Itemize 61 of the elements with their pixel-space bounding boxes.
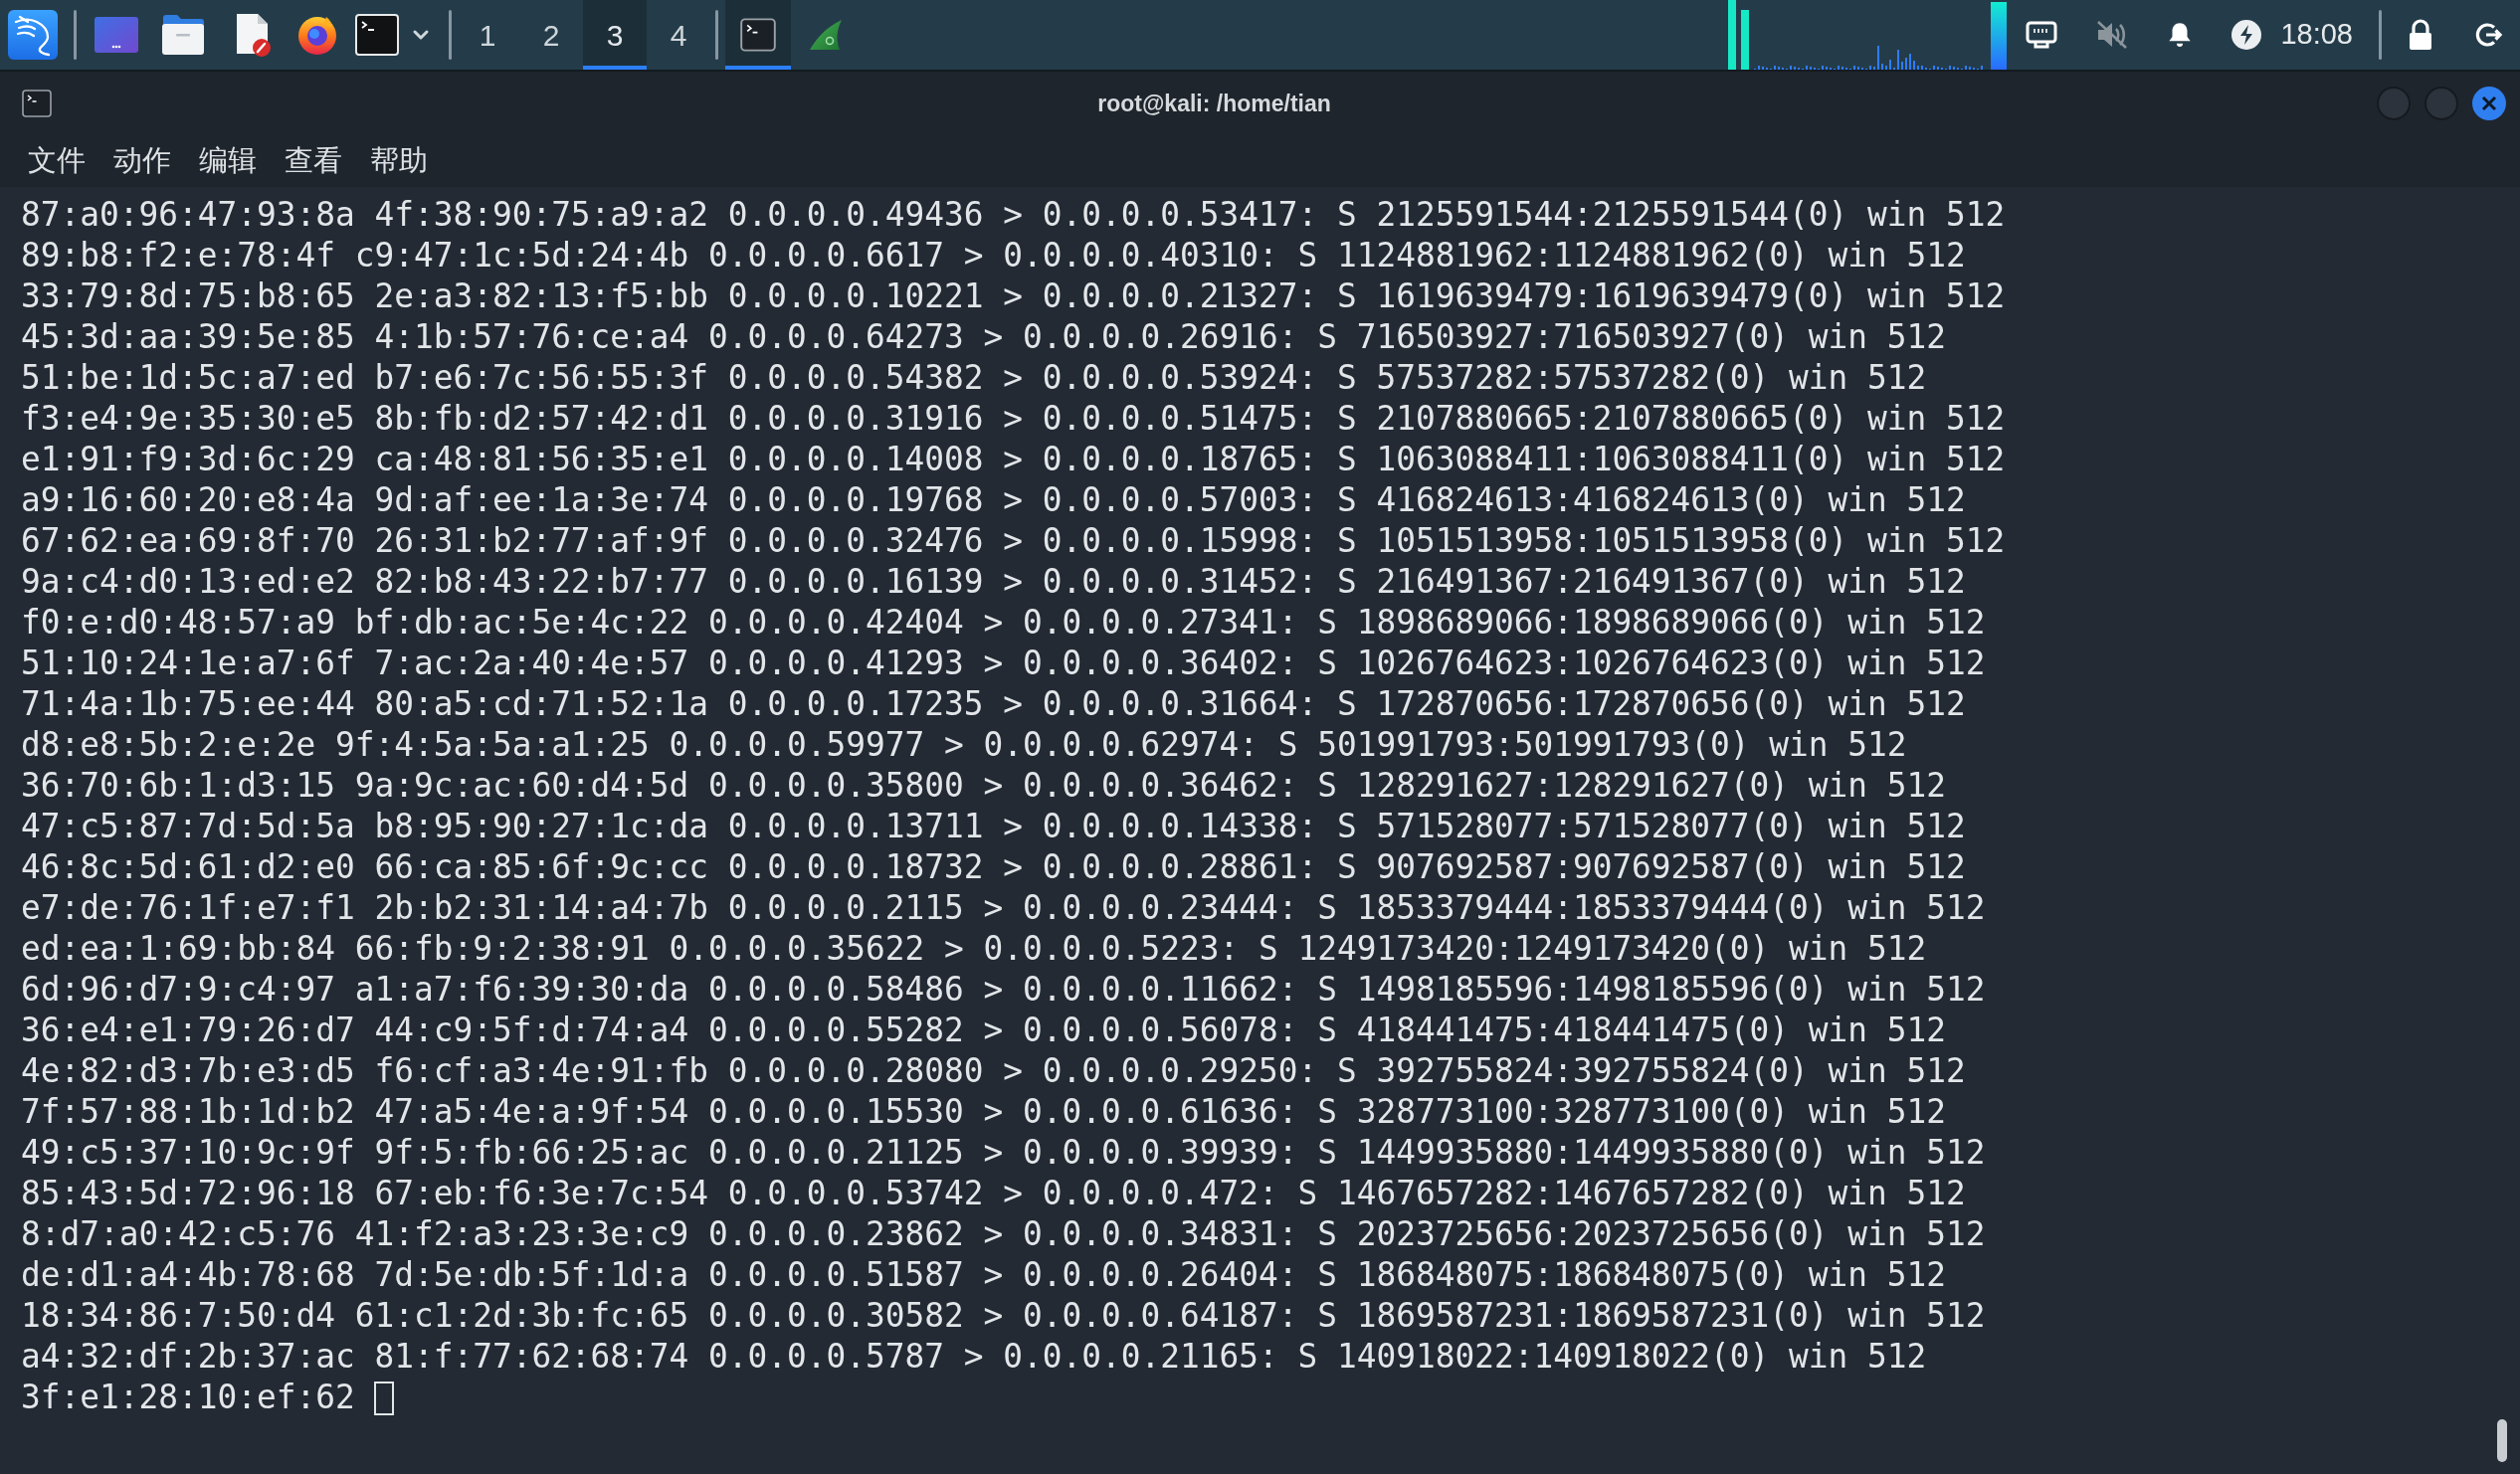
workspace-tab[interactable]: 3 bbox=[583, 0, 647, 70]
terminal-line: a4:32:df:2b:37:ac 81:f:77:62:68:74 0.0.0.0.5787 > 0.0.0.0.21165: S 140918022:140918022(0) win 512 bbox=[21, 1337, 1927, 1378]
terminal-line: f0:e:d0:48:57:a9 bf:db:ac:5e:4c:22 0.0.0.0.42404 > 0.0.0.0.27341: S 1898689066:1898689066(0) win 512 bbox=[21, 603, 1986, 644]
close-button[interactable] bbox=[2472, 87, 2506, 120]
shark-fin-icon bbox=[809, 20, 843, 50]
network-port-icon[interactable] bbox=[2026, 21, 2058, 49]
document-edit-icon[interactable] bbox=[234, 13, 272, 57]
terminal-line: 85:43:5d:72:96:18 67:eb:f6:3e:7c:54 0.0.0.0.53742 > 0.0.0.0.472: S 1467657282:1467657282(0) win 512 bbox=[21, 1174, 1966, 1214]
terminal-line: 46:8c:5d:61:d2:e0 66:ca:85:6f:9c:cc 0.0.0.0.18732 > 0.0.0.0.28861: S 907692587:907692587(0) win 512 bbox=[21, 847, 1966, 888]
workspace-tab[interactable]: 2 bbox=[519, 0, 583, 70]
text-cursor bbox=[374, 1381, 395, 1415]
menu-item[interactable]: 查看 bbox=[271, 139, 356, 183]
menu-item[interactable]: 帮助 bbox=[356, 139, 442, 183]
terminal-line: 18:34:86:7:50:d4 61:c1:2d:3b:fc:65 0.0.0.0.30582 > 0.0.0.0.64187: S 1869587231:1869587231(0) win 512 bbox=[21, 1296, 1986, 1337]
terminal-line: 9a:c4:d0:13:ed:e2 82:b8:43:22:b7:77 0.0.0.0.16139 > 0.0.0.0.31452: S 216491367:216491367(0) win 512 bbox=[21, 562, 1966, 603]
terminal-line: 67:62:ea:69:8f:70 26:31:b2:77:af:9f 0.0.0.0.32476 > 0.0.0.0.15998: S 1051513958:1051513958(0) win 512 bbox=[21, 521, 2006, 562]
window-title: root@kali: /home/tian bbox=[1097, 89, 1331, 118]
terminal-line: 36:e4:e1:79:26:d7 44:c9:5f:d:74:a4 0.0.0.0.55282 > 0.0.0.0.56078: S 418441475:418441475(0) win 512 bbox=[21, 1011, 1947, 1051]
workspace-tab[interactable]: 1 bbox=[456, 0, 519, 70]
terminal-line: 49:c5:37:10:9c:9f 9f:5:fb:66:25:ac 0.0.0.0.21125 > 0.0.0.0.39939: S 1449935880:1449935880(0) win 512 bbox=[21, 1133, 1986, 1174]
terminal-line: d8:e8:5b:2:e:2e 9f:4:5a:5a:a1:25 0.0.0.0.59977 > 0.0.0.0.62974: S 501991793:501991793(0) win 512 bbox=[21, 725, 1907, 766]
terminal-line: a9:16:60:20:e8:4a 9d:af:ee:1a:3e:74 0.0.0.0.19768 > 0.0.0.0.57003: S 416824613:416824613(0) win 512 bbox=[21, 480, 1966, 521]
cpu-load-bar bbox=[1991, 2, 2008, 70]
menu-item[interactable]: 编辑 bbox=[185, 139, 271, 183]
terminal-line: f3:e4:9e:35:30:e5 8b:fb:d2:57:42:d1 0.0.0.0.31916 > 0.0.0.0.51475: S 2107880665:2107880665(0) win 512 bbox=[21, 399, 2006, 440]
terminal-line: 87:a0:96:47:93:8a 4f:38:90:75:a9:a2 0.0.0.0.49436 > 0.0.0.0.53417: S 2125591544:2125591544(0) win 512 bbox=[21, 195, 2006, 236]
cpu-load-bar bbox=[1728, 0, 1737, 70]
terminal-line: 7f:57:88:1b:1d:b2 47:a5:4e:a:9f:54 0.0.0.0.15530 > 0.0.0.0.61636: S 328773100:328773100(0) win 512 bbox=[21, 1092, 1947, 1133]
logo-icon[interactable] bbox=[8, 10, 58, 60]
terminal-line: 6d:96:d7:9:c4:97 a1:a7:f6:39:30:da 0.0.0.0.58486 > 0.0.0.0.11662: S 1498185596:1498185596(0) win 512 bbox=[21, 970, 1986, 1011]
browser-icon[interactable] bbox=[296, 14, 338, 56]
close-icon bbox=[2481, 95, 2497, 111]
terminal-icon bbox=[740, 18, 776, 52]
terminal-line: 71:4a:1b:75:ee:44 80:a5:cd:71:52:1a 0.0.0.0.17235 > 0.0.0.0.31664: S 172870656:172870656(0) win 512 bbox=[21, 684, 1966, 725]
terminal-line: 51:10:24:1e:a7:6f 7:ac:2a:40:4e:57 0.0.0.0.41293 > 0.0.0.0.36402: S 1026764623:1026764623(0) win 512 bbox=[21, 644, 1986, 684]
terminal-line: 45:3d:aa:39:5e:85 4:1b:57:76:ce:a4 0.0.0.0.64273 > 0.0.0.0.26916: S 716503927:716503927(0) win 512 bbox=[21, 317, 1947, 358]
scrollbar-thumb[interactable] bbox=[2497, 1419, 2507, 1462]
terminal-line: 33:79:8d:75:b8:65 2e:a3:82:13:f5:bb 0.0.0.0.10221 > 0.0.0.0.21327: S 1619639479:1619639479(0) win 512 bbox=[21, 276, 2006, 317]
terminal-line: e1:91:f9:3d:6c:29 ca:48:81:56:35:e1 0.0.0.0.14008 > 0.0.0.0.18765: S 1063088411:1063088411(0) win 512 bbox=[21, 440, 2006, 480]
terminal-line: 4e:82:d3:7b:e3:d5 f6:cf:a3:4e:91:fb 0.0.0.0.28080 > 0.0.0.0.29250: S 392755824:392755824(0) win 512 bbox=[21, 1051, 1966, 1092]
terminal-line: de:d1:a4:4b:78:68 7d:5e:db:5f:1d:a 0.0.0.0.51587 > 0.0.0.0.26404: S 186848075:186848075(0) win 512 bbox=[21, 1255, 1947, 1296]
terminal-line: 36:70:6b:1:d3:15 9a:9c:ac:60:d4:5d 0.0.0.0.35800 > 0.0.0.0.36462: S 128291627:128291627(0) win 512 bbox=[21, 766, 1947, 807]
workspace-tab[interactable]: 4 bbox=[647, 0, 710, 70]
clock[interactable]: 18:08 bbox=[2280, 13, 2353, 57]
terminal-icon bbox=[22, 90, 52, 117]
terminal-line: 89:b8:f2:e:78:4f c9:47:1c:5d:24:4b 0.0.0.0.6617 > 0.0.0.0.40310: S 1124881962:1124881962(0) win 512 bbox=[21, 236, 1966, 276]
terminal-line: 8:d7:a0:42:c5:76 41:f2:a3:23:3e:c9 0.0.0.0.23862 > 0.0.0.0.34831: S 2023725656:2023725656(0) win 512 bbox=[21, 1214, 1986, 1255]
lightning-icon[interactable] bbox=[2231, 20, 2262, 50]
terminal-line: 51:be:1d:5c:a7:ed b7:e6:7c:56:55:3f 0.0.0.0.54382 > 0.0.0.0.53924: S 57537282:57537282(0) win 512 bbox=[21, 358, 1927, 399]
terminal-icon[interactable] bbox=[355, 14, 399, 56]
logout-icon[interactable] bbox=[2473, 20, 2503, 50]
terminal-line: 47:c5:87:7d:5d:5a b8:95:90:27:1c:da 0.0.0.0.13711 > 0.0.0.0.14338: S 571528077:571528077(0) win 512 bbox=[21, 807, 1966, 847]
terminal-line: e7:de:76:1f:e7:f1 2b:b2:31:14:a4:7b 0.0.0.0.2115 > 0.0.0.0.23444: S 1853379444:1853379444(0) win 512 bbox=[21, 888, 1986, 929]
terminal-line: ed:ea:1:69:bb:84 66:fb:9:2:38:91 0.0.0.0.35622 > 0.0.0.0.5223: S 1249173420:1249173420(0) win 512 bbox=[21, 929, 1927, 970]
cpu-load-bar bbox=[1741, 10, 1750, 70]
folder-icon[interactable] bbox=[161, 14, 205, 56]
task-button[interactable] bbox=[725, 0, 791, 70]
lock-icon[interactable] bbox=[2408, 19, 2433, 51]
menu-item[interactable]: 动作 bbox=[99, 139, 185, 183]
menu-item[interactable]: 文件 bbox=[14, 139, 99, 183]
terminal-line: 3f:e1:28:10:ef:62 bbox=[21, 1378, 355, 1418]
